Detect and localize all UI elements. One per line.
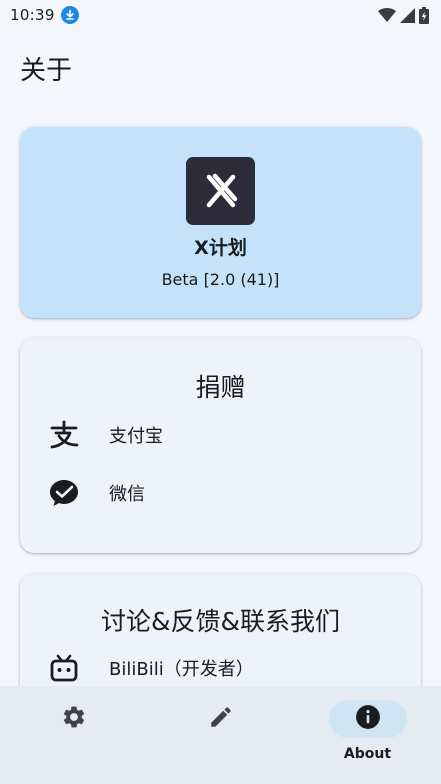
info-icon (355, 704, 381, 734)
app-logo-x-icon (186, 157, 255, 225)
page-title: 关于 (20, 56, 73, 86)
nav-item-edit[interactable] (147, 686, 294, 784)
battery-charging-icon (419, 6, 429, 24)
alipay-icon (48, 419, 80, 451)
donate-heading: 捐赠 (195, 373, 246, 402)
donate-card: 捐赠 支付宝 微信 (20, 338, 421, 553)
pencil-icon (208, 704, 234, 734)
list-item-wechat[interactable]: 微信 (48, 477, 145, 509)
nav-about-pill (328, 700, 407, 738)
bottom-navigation-bar: About (0, 686, 441, 784)
wechat-label: 微信 (109, 484, 145, 505)
nav-item-about[interactable]: About (294, 686, 441, 784)
list-item-alipay[interactable]: 支付宝 (48, 419, 163, 451)
list-item-bilibili[interactable]: BiliBili（开发者） (48, 652, 254, 684)
nav-item-settings[interactable] (0, 686, 147, 784)
nav-settings-pill (35, 700, 113, 738)
nav-edit-pill (182, 700, 260, 738)
wifi-icon (378, 8, 396, 22)
status-left: 10:39 (10, 6, 79, 24)
status-right (378, 6, 429, 24)
app-version: Beta [2.0 (41)] (161, 270, 280, 289)
download-notification-icon (60, 6, 79, 24)
contact-heading: 讨论&反馈&联系我们 (101, 607, 340, 636)
wechat-icon (48, 477, 80, 509)
bilibili-icon (48, 652, 80, 684)
app-name: X计划 (194, 237, 247, 259)
bilibili-label: BiliBili（开发者） (109, 659, 254, 680)
cellular-signal-icon (400, 7, 415, 23)
status-bar: 10:39 (0, 0, 441, 30)
app-info-card: X计划 Beta [2.0 (41)] (20, 127, 421, 318)
gear-icon (61, 704, 87, 734)
status-time: 10:39 (10, 6, 55, 24)
alipay-label: 支付宝 (109, 426, 163, 447)
nav-about-label: About (343, 746, 392, 762)
